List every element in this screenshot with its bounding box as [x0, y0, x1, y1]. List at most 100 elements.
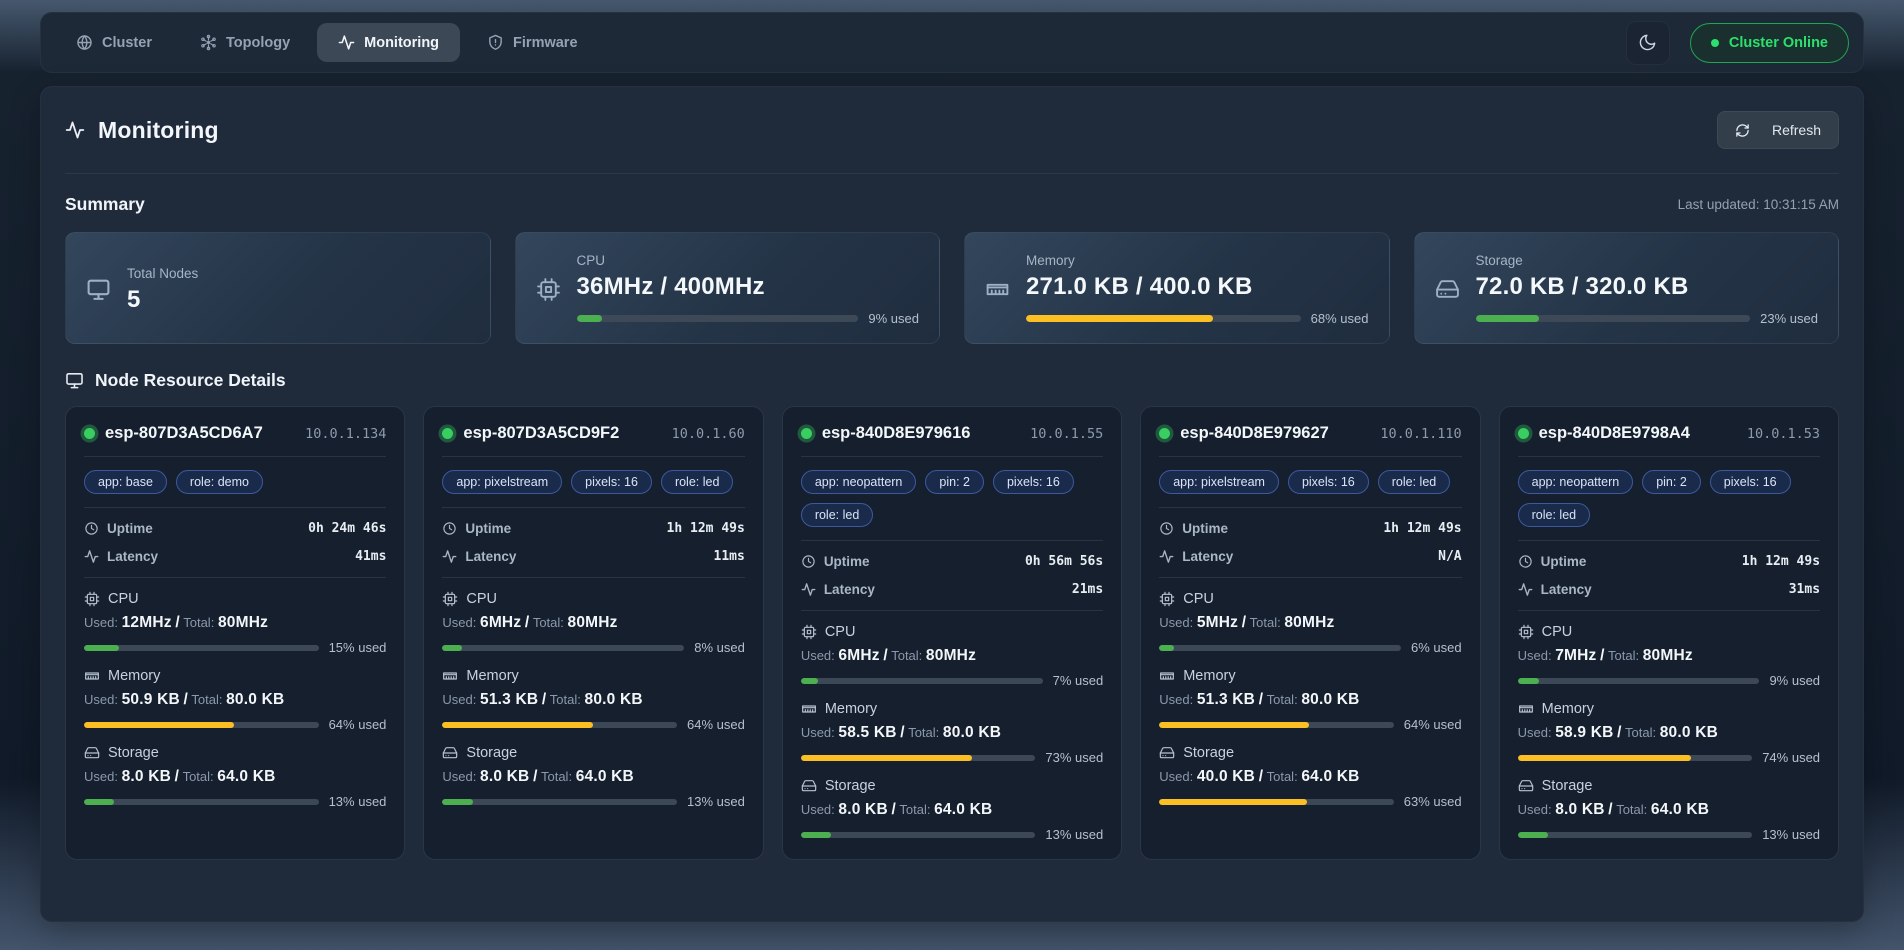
clock-icon: [801, 554, 816, 569]
node-badge: role: led: [1378, 470, 1450, 494]
memory-icon: [1159, 668, 1175, 684]
used-value: 5MHz: [1197, 614, 1238, 631]
total-label: Total:: [908, 725, 939, 740]
node-name: esp-840D8E979616: [822, 424, 971, 443]
page-title-row: Monitoring Refresh: [65, 111, 1839, 149]
resource-values: Used: 8.0 KB / Total: 64.0 KB: [442, 768, 744, 786]
node-badges: app: neopatternpin: 2pixels: 16role: led: [1518, 470, 1820, 527]
node-ip: 10.0.1.60: [672, 426, 745, 442]
resource-values: Used: 12MHz / Total: 80MHz: [84, 614, 386, 632]
resource-label-row: CPU: [801, 624, 1103, 640]
cpu-icon: [442, 591, 458, 607]
activity-icon: [801, 582, 816, 597]
progress-bar: [84, 799, 319, 805]
total-label: Total:: [891, 648, 922, 663]
percent-used-label: 9% used: [868, 311, 919, 326]
used-value: 8.0 KB: [838, 801, 887, 818]
total-label: Total:: [899, 802, 930, 817]
resource-label-row: CPU: [1518, 624, 1820, 640]
node-header: esp-840D8E97961610.0.1.55: [801, 424, 1103, 443]
clock-icon: [1159, 521, 1174, 536]
nav-tab-label: Topology: [226, 35, 290, 51]
progress-bar: [442, 722, 677, 728]
resource-label: Memory: [825, 701, 877, 717]
used-label: Used:: [1159, 692, 1193, 707]
divider: [1159, 577, 1461, 578]
resource-label: CPU: [825, 624, 856, 640]
divider: [1518, 540, 1820, 541]
resource-values: Used: 6MHz / Total: 80MHz: [442, 614, 744, 632]
cpu-icon: [84, 591, 100, 607]
progress-bar: [1026, 315, 1301, 322]
nav-tab-topology[interactable]: Topology: [179, 23, 311, 62]
divider: [442, 456, 744, 457]
node-badges: app: pixelstreampixels: 16role: led: [1159, 470, 1461, 494]
latency-label: Latency: [465, 549, 516, 564]
resource-progress: 7% used: [801, 673, 1103, 688]
used-value: 8.0 KB: [1555, 801, 1604, 818]
percent-used-label: 64% used: [1404, 717, 1462, 732]
node-badge: app: pixelstream: [442, 470, 562, 494]
divider: [84, 577, 386, 578]
divider: [442, 507, 744, 508]
hard-drive-icon: [442, 745, 458, 761]
percent-used-label: 23% used: [1760, 311, 1818, 326]
total-value: 64.0 KB: [1651, 801, 1709, 818]
resource-progress: 9% used: [1518, 673, 1820, 688]
progress-bar: [442, 645, 684, 651]
clock-icon: [442, 521, 457, 536]
node-online-dot-icon: [84, 428, 95, 439]
node-badge: role: demo: [176, 470, 263, 494]
used-value: 58.9 KB: [1555, 724, 1613, 741]
activity-icon: [84, 549, 99, 564]
cluster-status-badge[interactable]: Cluster Online: [1690, 23, 1849, 63]
resource-label: Storage: [466, 745, 517, 761]
memory-icon: [801, 701, 817, 717]
used-label: Used:: [442, 615, 476, 630]
resource-block-storage: StorageUsed: 8.0 KB / Total: 64.0 KB13% …: [1518, 778, 1820, 842]
uptime-value: 0h 56m 56s: [1025, 554, 1103, 569]
summary-card-memory: Memory271.0 KB / 400.0 KB68% used: [964, 232, 1390, 344]
nav-tab-firmware[interactable]: Firmware: [466, 23, 598, 62]
uptime-value: 1h 12m 49s: [1383, 521, 1461, 536]
nav-tab-cluster[interactable]: Cluster: [55, 23, 173, 62]
resource-label-row: CPU: [84, 591, 386, 607]
activity-icon: [65, 120, 85, 140]
resource-values: Used: 40.0 KB / Total: 64.0 KB: [1159, 768, 1461, 786]
resource-progress: 64% used: [84, 717, 386, 732]
cpu-icon: [536, 277, 561, 302]
progress-bar: [1159, 722, 1394, 728]
total-label: Total:: [1625, 725, 1656, 740]
resource-values: Used: 58.9 KB / Total: 80.0 KB: [1518, 724, 1820, 742]
latency-label: Latency: [1182, 549, 1233, 564]
node-header: esp-807D3A5CD6A710.0.1.134: [84, 424, 386, 443]
theme-toggle-button[interactable]: [1626, 21, 1670, 65]
node-online-dot-icon: [801, 428, 812, 439]
nodes-section-title: Node Resource Details: [95, 370, 286, 391]
total-value: 80MHz: [1284, 614, 1334, 631]
summary-card-label: Storage: [1476, 253, 1819, 268]
progress-bar: [801, 755, 1036, 761]
total-value: 64.0 KB: [1301, 768, 1359, 785]
node-online-dot-icon: [1518, 428, 1529, 439]
resource-block-storage: StorageUsed: 8.0 KB / Total: 64.0 KB13% …: [801, 778, 1103, 842]
total-value: 80MHz: [1643, 647, 1693, 664]
used-value: 7MHz: [1555, 647, 1596, 664]
progress-bar: [84, 645, 319, 651]
resource-progress: 15% used: [84, 640, 386, 655]
node-badges: app: baserole: demo: [84, 470, 386, 494]
node-badge: pixels: 16: [1710, 470, 1791, 494]
latency-value: 31ms: [1789, 582, 1820, 597]
uptime-value: 1h 12m 49s: [1742, 554, 1820, 569]
monitor-icon: [65, 371, 84, 390]
nav-tab-label: Monitoring: [364, 35, 439, 51]
resource-progress: 13% used: [442, 794, 744, 809]
resource-label: Memory: [1542, 701, 1594, 717]
resource-progress: 13% used: [84, 794, 386, 809]
refresh-button[interactable]: Refresh: [1717, 111, 1839, 149]
nav-tab-monitoring[interactable]: Monitoring: [317, 23, 460, 62]
used-label: Used:: [1159, 615, 1193, 630]
activity-icon: [338, 34, 355, 51]
divider: [1518, 610, 1820, 611]
used-label: Used:: [1518, 648, 1552, 663]
